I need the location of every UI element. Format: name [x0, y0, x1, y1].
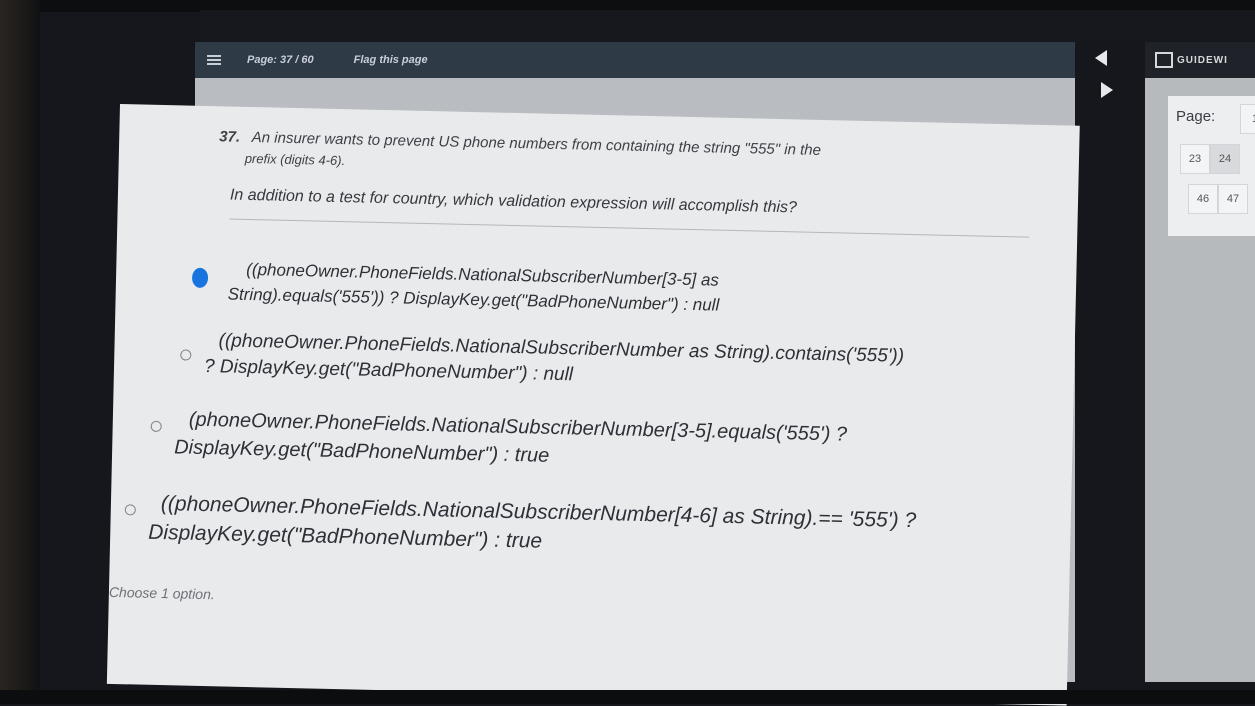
panel-controls — [1095, 50, 1125, 114]
menu-icon[interactable] — [207, 53, 221, 67]
radio-icon[interactable] — [124, 504, 136, 516]
page-cell[interactable]: 46 — [1188, 184, 1218, 214]
answer-option-4[interactable]: ((phoneOwner.PhoneFields.NationalSubscri… — [124, 489, 917, 564]
page-indicator: Page: 37 / 60 — [247, 54, 314, 66]
page-grid: Page: 1 23 24 46 47 — [1168, 96, 1255, 236]
question-card: 37. An insurer wants to prevent US phone… — [106, 104, 1080, 706]
answer-option-3[interactable]: (phoneOwner.PhoneFields.NationalSubscrib… — [150, 405, 847, 476]
device-bezel-bottom — [0, 690, 1255, 704]
divider — [229, 218, 1030, 238]
question-number: 37. — [219, 128, 241, 146]
question-text: 37. An insurer wants to prevent US phone… — [219, 126, 1040, 187]
guidewire-logo — [1155, 52, 1173, 68]
page-grid-label: Page: — [1176, 108, 1216, 125]
page-cell[interactable]: 47 — [1218, 184, 1248, 214]
brand-bar: GUIDEWI — [1145, 42, 1255, 78]
page-cell[interactable]: 23 — [1180, 144, 1210, 174]
radio-icon[interactable] — [150, 420, 162, 433]
expand-panel-icon[interactable] — [1101, 82, 1113, 98]
radio-icon[interactable] — [180, 349, 192, 361]
radio-selected-icon[interactable] — [191, 267, 209, 289]
answer-option-2[interactable]: ((phoneOwner.PhoneFields.NationalSubscri… — [180, 328, 905, 396]
collapse-panel-icon[interactable] — [1095, 50, 1107, 66]
choose-hint: Choose 1 option. — [108, 583, 215, 603]
page-cell[interactable]: 1 — [1240, 104, 1255, 134]
brand-name: GUIDEWI — [1177, 54, 1228, 66]
question-prompt: In addition to a test for country, which… — [229, 186, 798, 217]
browser-strip — [200, 10, 1255, 42]
device-bezel-left — [0, 0, 40, 704]
answer-option-1[interactable]: ((phoneOwner.PhoneFields.NationalSubscri… — [191, 257, 720, 318]
page-cell-current[interactable]: 24 — [1210, 144, 1240, 174]
flag-page-link[interactable]: Flag this page — [354, 54, 428, 66]
exam-toolbar: Page: 37 / 60 Flag this page — [195, 42, 1075, 78]
